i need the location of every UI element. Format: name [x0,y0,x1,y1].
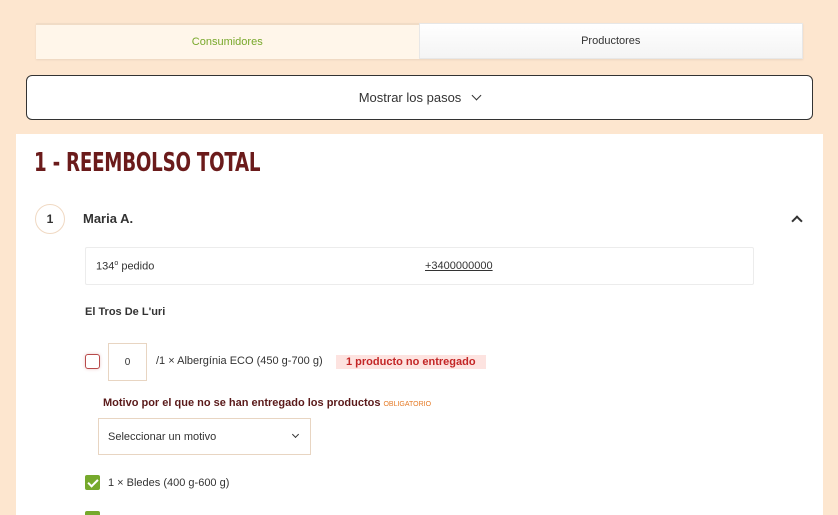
order-info-box: 134o pedido +3400000000 [85,247,754,285]
product-line: /1 × Albergínia ECO (450 g-700 g) [156,355,323,367]
chevron-up-icon[interactable] [791,215,803,227]
order-label: pedido [118,260,155,273]
item-checkbox-checked[interactable] [85,475,100,490]
item-label: 1 × Bledes (400 g-600 g) [108,477,230,489]
phone-link[interactable]: +3400000000 [425,260,493,272]
tab-bar: Consumidores Productores [36,23,803,59]
tab-consumidores[interactable]: Consumidores [36,23,419,59]
item-checkbox-checked[interactable] [85,511,100,515]
chevron-down-icon [291,430,300,439]
show-steps-button[interactable]: Mostrar los pasos [26,75,813,120]
required-tag: OBLIGATORIO [383,401,432,408]
order-number: 134o pedido [96,260,154,273]
reason-label: Motivo por el que no se han entregado lo… [103,397,431,409]
chevron-down-icon [471,90,482,101]
not-delivered-badge: 1 producto no entregado [336,355,486,369]
step-number-badge: 1 [35,204,65,234]
producer-name: El Tros De L'uri [85,306,166,318]
show-steps-label: Mostrar los pasos [358,90,462,105]
section-title: 1 - REEMBOLSO TOTAL [34,148,261,178]
reason-label-text: Motivo por el que no se han entregado lo… [103,397,381,409]
reason-select[interactable]: Seleccionar un motivo [98,418,311,455]
reason-select-value: Seleccionar un motivo [108,430,217,443]
order-number-value: 134 [96,260,115,273]
item-checkbox-unchecked[interactable] [85,354,100,369]
quantity-input[interactable]: 0 [108,343,147,381]
customer-name: Maria A. [83,211,134,226]
tab-productores[interactable]: Productores [418,23,803,59]
refund-panel: 1 - REEMBOLSO TOTAL 1 Maria A. 134o pedi… [16,134,823,515]
